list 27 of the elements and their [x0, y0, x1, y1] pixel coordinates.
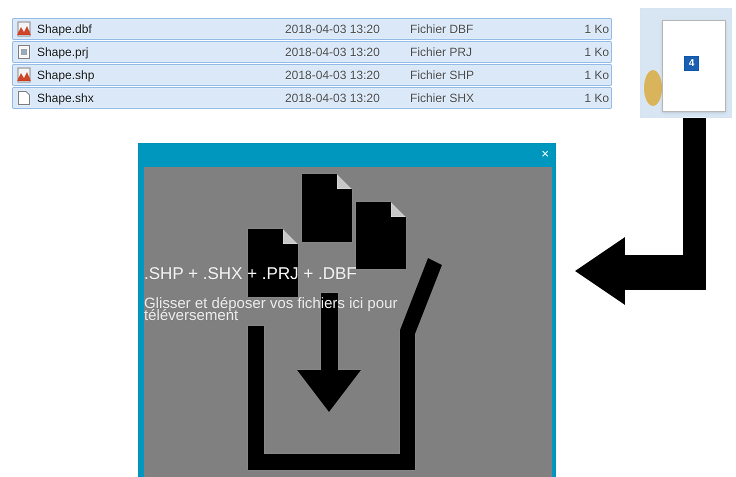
file-row[interactable]: Shape.shx 2018-04-03 13:20 Fichier SHX 1 Ko — [12, 87, 612, 109]
file-size: 1 Ko — [583, 21, 610, 38]
file-page-icon — [662, 20, 726, 112]
file-row[interactable]: Shape.prj 2018-04-03 13:20 Fichier PRJ 1 Ko — [12, 41, 612, 63]
map-file-icon — [16, 21, 32, 37]
file-size: 1 Ko — [583, 67, 610, 84]
file-type: Fichier DBF — [410, 21, 474, 38]
file-name: Shape.shp — [37, 67, 96, 84]
file-type: Fichier PRJ — [410, 44, 474, 61]
file-row[interactable]: Shape.shp 2018-04-03 13:20 Fichier SHP 1 Ko — [12, 64, 612, 86]
blank-file-icon — [16, 90, 32, 106]
text-file-icon — [16, 44, 32, 60]
map-file-icon — [16, 67, 32, 83]
file-type: Fichier SHP — [410, 67, 476, 84]
file-size: 1 Ko — [583, 44, 610, 61]
file-count-badge: 4 — [684, 56, 699, 71]
file-row[interactable]: Shape.dbf 2018-04-03 13:20 Fichier DBF 1 Ko — [12, 18, 612, 40]
modified-date: 2018-04-03 13:20 — [285, 21, 381, 38]
file-size: 1 Ko — [583, 90, 610, 107]
file-name: Shape.shx — [37, 90, 95, 107]
file-formats-text: .SHP + .SHX + .PRJ + .DBF — [144, 263, 357, 285]
modified-date: 2018-04-03 13:20 — [285, 90, 381, 107]
file-name: Shape.dbf — [37, 21, 93, 38]
file-name: Shape.prj — [37, 44, 90, 61]
modified-date: 2018-04-03 13:20 — [285, 44, 381, 61]
file-type: Fichier SHX — [410, 90, 476, 107]
modified-date: 2018-04-03 13:20 — [285, 67, 381, 84]
